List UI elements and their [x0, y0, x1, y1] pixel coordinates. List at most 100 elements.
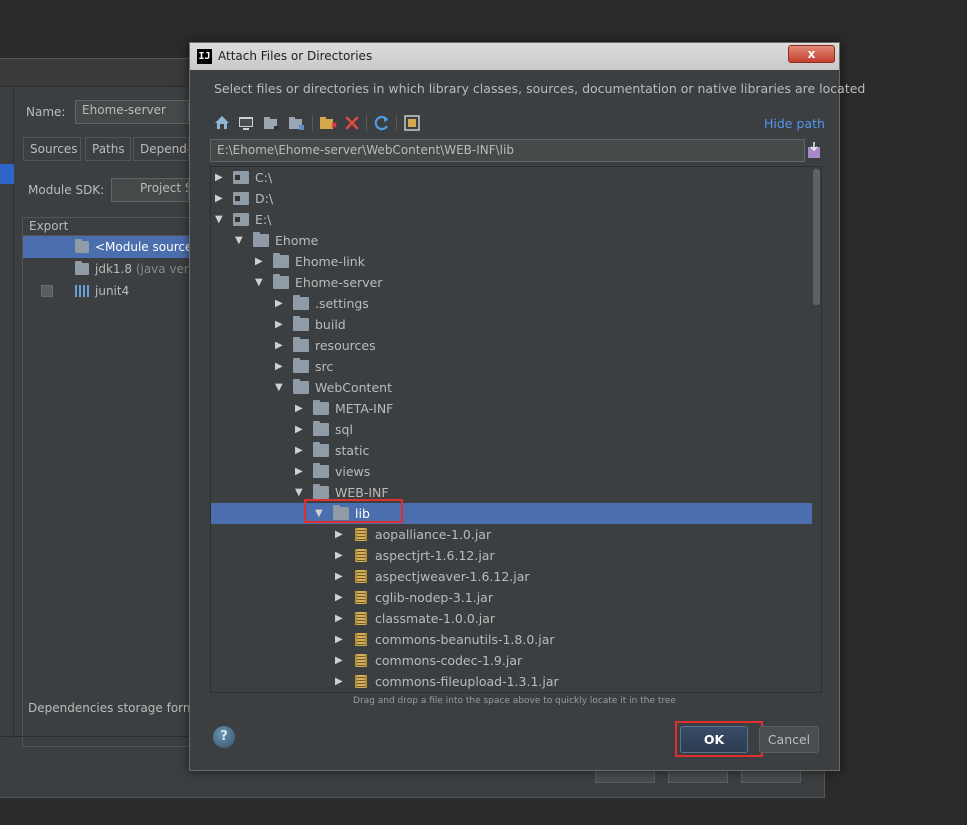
new-folder-icon[interactable]: [318, 113, 338, 133]
tree-node[interactable]: ▶ build: [211, 314, 821, 335]
path-history-icon[interactable]: [807, 141, 821, 159]
tree-node-label: Ehome-server: [295, 275, 383, 290]
folder-icon: [293, 295, 309, 310]
tree-node[interactable]: ▶ sql: [211, 419, 821, 440]
expand-arrow-icon[interactable]: ▶: [335, 587, 345, 608]
expand-arrow-icon[interactable]: ▶: [275, 314, 285, 335]
expand-arrow-icon[interactable]: ▶: [275, 335, 285, 356]
module-folder-icon[interactable]: [287, 113, 307, 133]
close-button[interactable]: x: [788, 45, 835, 63]
tree-node[interactable]: ▶ commons-fileupload-1.3.1.jar: [211, 671, 821, 692]
delete-icon[interactable]: [342, 113, 362, 133]
tree-node[interactable]: ▶ .settings: [211, 293, 821, 314]
expand-arrow-icon[interactable]: ▶: [295, 398, 305, 419]
export-column-header: Export: [23, 218, 191, 236]
folder-icon: [293, 316, 309, 331]
name-field[interactable]: Ehome-server: [75, 100, 189, 124]
tab-paths[interactable]: Paths: [85, 137, 131, 161]
expand-arrow-icon[interactable]: ▶: [215, 188, 225, 209]
tree-node[interactable]: ▶ aspectjweaver-1.6.12.jar: [211, 566, 821, 587]
tree-node[interactable]: ▶ C:\: [211, 167, 821, 188]
tree-node[interactable]: ▶ views: [211, 461, 821, 482]
tree-node[interactable]: ▶ commons-codec-1.9.jar: [211, 650, 821, 671]
collapse-arrow-icon[interactable]: ▼: [275, 377, 285, 398]
refresh-icon[interactable]: [372, 113, 392, 133]
expand-arrow-icon[interactable]: ▶: [335, 545, 345, 566]
folder-icon: [313, 442, 329, 457]
export-checkbox[interactable]: [41, 285, 53, 297]
tree-node[interactable]: ▼ E:\: [211, 209, 821, 230]
help-button[interactable]: ?: [213, 726, 235, 748]
dependency-label: junit4: [95, 284, 130, 298]
jar-icon: [355, 633, 367, 646]
expand-arrow-icon[interactable]: ▶: [255, 251, 265, 272]
cancel-button[interactable]: Cancel: [759, 726, 819, 753]
tree-node[interactable]: ▶ META-INF: [211, 398, 821, 419]
tree-node[interactable]: ▶ resources: [211, 335, 821, 356]
expand-arrow-icon[interactable]: ▶: [335, 650, 345, 671]
tree-node[interactable]: ▶ static: [211, 440, 821, 461]
library-icon: [75, 285, 89, 297]
path-input[interactable]: E:\Ehome\Ehome-server\WebContent\WEB-INF…: [210, 139, 805, 162]
dependency-row[interactable]: jdk1.8 (java vers: [23, 258, 191, 280]
expand-arrow-icon[interactable]: ▶: [335, 608, 345, 629]
jar-icon: [355, 549, 367, 562]
module-sdk-select[interactable]: Project S: [111, 178, 189, 202]
expand-arrow-icon[interactable]: ▶: [335, 566, 345, 587]
bg-left-selection: [0, 164, 14, 184]
tree-node[interactable]: ▶ D:\: [211, 188, 821, 209]
collapse-arrow-icon[interactable]: ▼: [255, 272, 265, 293]
jar-icon: [355, 570, 367, 583]
jar-icon: [355, 528, 367, 541]
tree-node[interactable]: ▶ classmate-1.0.0.jar: [211, 608, 821, 629]
tree-node[interactable]: ▶ commons-beanutils-1.8.0.jar: [211, 629, 821, 650]
tree-node-label: cglib-nodep-3.1.jar: [375, 590, 493, 605]
tree-node[interactable]: ▼ WEB-INF: [211, 482, 821, 503]
expand-arrow-icon[interactable]: ▶: [295, 440, 305, 461]
folder-icon: [293, 337, 309, 352]
tree-node[interactable]: ▶ Ehome-link: [211, 251, 821, 272]
lib-highlight-box: [304, 499, 403, 523]
expand-arrow-icon[interactable]: ▶: [295, 419, 305, 440]
tab-sources[interactable]: Sources: [23, 137, 81, 161]
project-folder-icon[interactable]: [262, 113, 282, 133]
collapse-arrow-icon[interactable]: ▼: [235, 230, 245, 251]
jar-icon: [355, 612, 367, 625]
tree-node[interactable]: ▼ Ehome-server: [211, 272, 821, 293]
file-tree[interactable]: ▶ C:\ ▶ D:\ ▼ E:\ ▼ Ehome ▶ Ehome-link ▼ Ehome-serv…: [210, 166, 822, 693]
toolbar-separator: [396, 115, 397, 131]
expand-arrow-icon[interactable]: ▶: [335, 629, 345, 650]
tree-scrollbar[interactable]: [812, 167, 821, 692]
scrollbar-thumb[interactable]: [813, 169, 820, 305]
expand-arrow-icon[interactable]: ▶: [275, 356, 285, 377]
desktop-icon[interactable]: [236, 113, 256, 133]
tree-node[interactable]: ▶ aspectjrt-1.6.12.jar: [211, 545, 821, 566]
tree-node-label: D:\: [255, 191, 274, 206]
tree-node[interactable]: ▶ cglib-nodep-3.1.jar: [211, 587, 821, 608]
home-icon[interactable]: [212, 113, 232, 133]
module-sdk-label: Module SDK:: [28, 183, 105, 197]
tree-node[interactable]: ▶ src: [211, 356, 821, 377]
expand-arrow-icon[interactable]: ▶: [335, 671, 345, 692]
jdk-icon: [75, 261, 89, 275]
drive-icon: [233, 171, 249, 184]
jar-icon: [355, 675, 367, 688]
folder-icon: [253, 232, 269, 247]
dependency-row[interactable]: junit4: [23, 280, 191, 302]
tree-node[interactable]: ▼ Ehome: [211, 230, 821, 251]
expand-arrow-icon[interactable]: ▶: [275, 293, 285, 314]
show-hidden-icon[interactable]: [402, 113, 422, 133]
tree-node[interactable]: ▼ WebContent: [211, 377, 821, 398]
tab-dependencies[interactable]: Depende: [133, 137, 189, 161]
ok-highlight-box: [675, 721, 763, 757]
folder-icon: [293, 358, 309, 373]
module-sdk-value: Project S: [140, 181, 189, 195]
expand-arrow-icon[interactable]: ▶: [295, 461, 305, 482]
dependency-row[interactable]: <Module source: [23, 236, 191, 258]
collapse-arrow-icon[interactable]: ▼: [215, 209, 225, 230]
hide-path-link[interactable]: Hide path: [764, 116, 825, 131]
expand-arrow-icon[interactable]: ▶: [215, 167, 225, 188]
expand-arrow-icon[interactable]: ▶: [335, 524, 345, 545]
tree-node[interactable]: ▼ lib: [211, 503, 821, 524]
tree-node[interactable]: ▶ aopalliance-1.0.jar: [211, 524, 821, 545]
